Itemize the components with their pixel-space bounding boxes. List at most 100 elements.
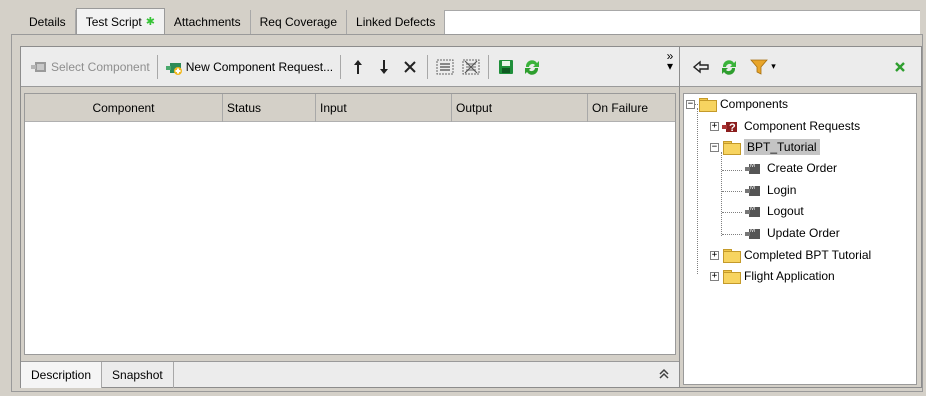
back-arrow-icon[interactable] [690,55,712,79]
grid-header: Component Status Input Output On Failure [25,94,675,122]
tree-toolbar: ▾ [680,47,921,87]
refresh-icon[interactable] [718,55,740,79]
modified-star-icon: ✱ [145,16,155,28]
collapse-toggle-icon[interactable]: − [710,142,719,152]
new-component-request-label: New Component Request... [185,59,334,74]
group-icon[interactable] [434,55,456,79]
column-label: Component [92,101,155,115]
tree-connector [722,191,742,192]
folder-icon [699,98,717,112]
column-header-component[interactable]: Component [25,94,223,122]
tab-description[interactable]: Description [21,361,103,388]
toolbar-separator [488,54,490,79]
ungroup-icon[interactable] [460,55,482,79]
column-header-output[interactable]: Output [452,94,588,122]
folder-icon [723,270,741,284]
column-label: Status [227,101,262,115]
tree-node-component-requests[interactable]: + ? Component Requests [710,116,860,136]
expand-up-icon[interactable] [659,368,669,383]
tree-node-login[interactable]: M Login [744,180,796,200]
column-header-on-failure[interactable]: On Failure [588,94,675,122]
move-down-icon[interactable] [373,55,395,79]
component-tree[interactable]: − Components + ? Component Requests − BP… [683,93,917,385]
tab-test-script[interactable]: Test Script ✱ [75,8,165,34]
tree-node-label: Login [767,183,797,197]
column-label: On Failure [592,101,649,115]
toolbar-overflow-button[interactable]: » ▾ [665,50,675,73]
tab-label: Req Coverage [259,15,338,29]
column-header-status[interactable]: Status [223,94,316,122]
expand-toggle-icon[interactable]: + [710,121,719,131]
select-component-button[interactable]: Select Component [27,55,153,79]
move-up-icon[interactable] [347,55,369,79]
tab-snapshot[interactable]: Snapshot [102,361,174,388]
filter-dropdown-icon: ▾ [771,61,776,71]
close-icon[interactable] [889,55,911,79]
tree-node-label: Component Requests [744,119,861,133]
expand-toggle-icon[interactable]: + [710,250,719,260]
test-script-panel: Select Component New Component Request..… [20,46,680,388]
tree-connector [721,152,722,236]
tree-node-label: Completed BPT Tutorial [744,248,872,262]
svg-text:?: ? [729,122,736,133]
component-tree-panel: ▾ − Components + ? Component Requests − … [679,46,922,388]
tree-node-label: Create Order [767,161,838,175]
component-icon: M [744,226,762,240]
overflow-dropdown-icon: ▾ [666,59,674,73]
tree-connector [722,170,742,171]
tree-node-label: Logout [767,204,804,218]
tab-attachments[interactable]: Attachments [165,10,251,34]
refresh-icon[interactable] [521,55,543,79]
select-component-label: Select Component [51,59,150,74]
tree-connector [722,234,742,235]
tree-node-create-order[interactable]: M Create Order [744,158,837,178]
tab-label: Attachments [173,15,241,29]
column-label: Output [456,101,493,115]
tree-node-label: Flight Application [744,269,835,283]
component-request-icon: ? [721,119,739,134]
tree-node-flight-application[interactable]: + Flight Application [710,266,835,286]
tab-strip-filler [445,10,920,34]
tab-linked-defects[interactable]: Linked Defects [347,10,446,34]
filter-icon[interactable]: ▾ [746,55,780,79]
tree-node-components[interactable]: − Components [686,94,788,114]
toolbar-separator [156,54,158,79]
expand-toggle-icon[interactable]: + [710,271,719,281]
component-icon: M [744,183,762,197]
tab-req-coverage[interactable]: Req Coverage [251,10,348,34]
tree-connector [722,212,742,213]
column-header-input[interactable]: Input [316,94,452,122]
folder-icon [723,141,741,155]
new-component-request-icon [165,58,183,76]
tab-strip: Details Test Script ✱ Attachments Req Cov… [20,8,920,34]
toolbar-separator [340,54,342,79]
select-component-icon [30,58,48,76]
tab-label: Description [31,367,92,382]
tab-details[interactable]: Details [20,10,76,34]
tree-node-label: Components [720,97,789,111]
tab-label: Test Script [85,14,142,29]
save-icon[interactable] [495,55,517,79]
tree-node-update-order[interactable]: M Update Order [744,223,840,243]
component-icon: M [744,204,762,218]
tab-label: Details [29,15,66,29]
tree-node-label: BPT_Tutorial [744,139,820,155]
components-grid[interactable]: Component Status Input Output On Failure [24,93,676,355]
component-icon: M [744,161,762,175]
tab-label: Linked Defects [356,15,436,29]
folder-icon [723,249,741,263]
tab-label: Snapshot [112,367,163,382]
svg-text:M: M [750,163,755,169]
tree-node-logout[interactable]: M Logout [744,201,804,221]
collapse-toggle-icon[interactable]: − [686,99,695,109]
tree-connector [697,108,698,274]
tree-node-completed-bpt-tutorial[interactable]: + Completed BPT Tutorial [710,245,871,265]
svg-text:M: M [750,185,755,191]
script-toolbar: Select Component New Component Request..… [21,47,679,87]
delete-icon[interactable] [399,55,421,79]
tree-node-bpt-tutorial[interactable]: − BPT_Tutorial [710,137,820,157]
new-component-request-button[interactable]: New Component Request... [162,55,336,79]
bottom-tab-strip: Description Snapshot [21,361,679,388]
svg-text:M: M [750,206,755,212]
svg-text:M: M [750,228,755,234]
